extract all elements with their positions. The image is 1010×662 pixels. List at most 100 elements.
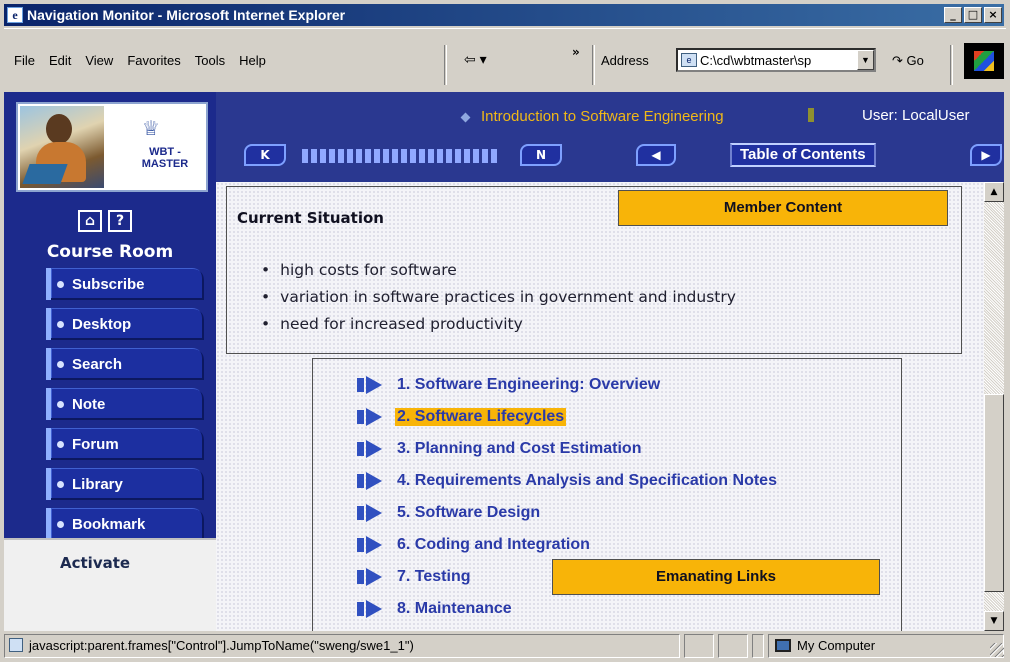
menu-help[interactable]: Help xyxy=(239,53,266,68)
course-title: Introduction to Software Engineering xyxy=(460,108,724,125)
title-marker-icon xyxy=(808,108,814,122)
title-bar: e Navigation Monitor - Microsoft Interne… xyxy=(4,4,1004,26)
minimize-button[interactable]: _ xyxy=(944,7,962,23)
status-zone: My Computer xyxy=(768,634,1004,658)
bullet-icon xyxy=(57,400,64,408)
menu-file[interactable]: File xyxy=(14,53,35,68)
toc-link[interactable]: 3. Planning and Cost Estimation xyxy=(395,440,643,458)
sidebar-item-label: Note xyxy=(72,395,106,413)
sidebar-item-library[interactable]: Library xyxy=(46,468,204,500)
scroll-down-icon[interactable]: ▼ xyxy=(984,611,1004,631)
diamond-icon xyxy=(460,112,471,122)
sidebar-item-label: Forum xyxy=(72,435,119,453)
toc-link-current[interactable]: 2. Software Lifecycles xyxy=(395,408,567,426)
toc-item[interactable]: 6. Coding and Integration xyxy=(357,533,592,557)
toc-item[interactable]: 5. Software Design xyxy=(357,501,542,525)
address-label: Address xyxy=(601,53,649,68)
home-icon[interactable]: ⌂ xyxy=(78,210,102,232)
resize-grip-icon[interactable] xyxy=(990,643,1004,657)
status-cell xyxy=(718,634,748,658)
scroll-thumb[interactable] xyxy=(984,394,1004,592)
bullet-icon xyxy=(57,480,64,488)
table-of-contents-button[interactable]: Table of Contents xyxy=(730,143,876,167)
page-icon: e xyxy=(681,53,697,67)
address-dropdown-icon[interactable]: ▼ xyxy=(857,50,874,70)
last-page-button[interactable]: N xyxy=(520,144,562,166)
toc-link[interactable]: 1. Software Engineering: Overview xyxy=(395,376,662,394)
toc-link[interactable]: 8. Maintenance xyxy=(395,600,514,618)
toc-link[interactable]: 4. Requirements Analysis and Specificati… xyxy=(395,472,779,490)
menu-tools[interactable]: Tools xyxy=(195,53,225,68)
user-label: User: LocalUser xyxy=(862,107,970,124)
list-item: high costs for software xyxy=(279,261,736,279)
bullet-icon xyxy=(57,520,64,528)
sidebar-item-bookmark[interactable]: Bookmark xyxy=(46,508,204,540)
logo: ♕ WBT - MASTER xyxy=(16,102,208,192)
toc-item[interactable]: 2. Software Lifecycles xyxy=(357,405,567,429)
status-bar: javascript:parent.frames["Control"].Jump… xyxy=(4,633,1006,659)
list-item: need for increased productivity xyxy=(279,315,736,333)
go-arrow-icon: ↷ xyxy=(892,53,903,68)
windows-logo-icon xyxy=(964,43,1004,79)
activate-button[interactable]: Activate xyxy=(60,554,130,572)
previous-page-button[interactable]: ◀ xyxy=(636,144,676,166)
menu-bar: File Edit View Favorites Tools Help ⇦ ▾ … xyxy=(4,28,1006,90)
address-value[interactable]: C:\cd\wbtmaster\sp xyxy=(700,53,811,68)
vertical-scrollbar[interactable]: ▲ ▼ xyxy=(984,182,1004,631)
back-button[interactable]: ⇦ ▾ xyxy=(464,51,487,68)
menu-view[interactable]: View xyxy=(85,53,113,68)
bullet-icon xyxy=(57,440,64,448)
arrow-icon xyxy=(357,376,387,394)
status-url-text: javascript:parent.frames["Control"].Jump… xyxy=(29,638,414,653)
scroll-up-icon[interactable]: ▲ xyxy=(984,182,1004,202)
arrow-icon xyxy=(357,504,387,522)
toolbar-chevron-icon[interactable]: » xyxy=(572,45,580,59)
toc-item[interactable]: 8. Maintenance xyxy=(357,597,514,621)
avatar-image xyxy=(20,106,104,188)
arrow-icon xyxy=(357,568,387,586)
activate-panel: Activate xyxy=(4,538,216,631)
sidebar-item-label: Library xyxy=(72,475,123,493)
content-frame: Current Situation high costs for softwar… xyxy=(216,182,984,631)
maximize-button[interactable]: □ xyxy=(964,7,982,23)
toc-link[interactable]: 7. Testing xyxy=(395,568,473,586)
arrow-icon xyxy=(357,472,387,490)
menu-edit[interactable]: Edit xyxy=(49,53,71,68)
arrow-icon xyxy=(357,440,387,458)
sidebar-item-subscribe[interactable]: Subscribe xyxy=(46,268,204,300)
toc-item[interactable]: 3. Planning and Cost Estimation xyxy=(357,437,643,461)
sidebar: ♕ WBT - MASTER ⌂ ? Course Room Subscribe… xyxy=(4,92,216,631)
go-button[interactable]: ↷ Go xyxy=(892,53,924,69)
crown-icon: ♕ xyxy=(142,116,160,140)
sidebar-mini-buttons: ⌂ ? xyxy=(78,210,132,232)
arrow-icon xyxy=(357,408,387,426)
page-icon xyxy=(9,638,23,652)
sidebar-item-search[interactable]: Search xyxy=(46,348,204,380)
emanating-links-label: Emanating Links xyxy=(552,559,880,595)
toc-item[interactable]: 1. Software Engineering: Overview xyxy=(357,373,662,397)
sidebar-item-desktop[interactable]: Desktop xyxy=(46,308,204,340)
next-page-button[interactable]: ▶ xyxy=(970,144,1002,166)
arrow-icon xyxy=(357,600,387,618)
toolbar-separator xyxy=(444,45,447,85)
sidebar-item-label: Search xyxy=(72,355,123,373)
browser-window: e Navigation Monitor - Microsoft Interne… xyxy=(0,0,1010,662)
member-content-label: Member Content xyxy=(618,190,948,226)
go-label: Go xyxy=(906,53,924,68)
help-icon[interactable]: ? xyxy=(108,210,132,232)
menu-favorites[interactable]: Favorites xyxy=(127,53,180,68)
sidebar-item-forum[interactable]: Forum xyxy=(46,428,204,460)
section-title: Course Room xyxy=(46,242,174,262)
window-title: Navigation Monitor - Microsoft Internet … xyxy=(27,7,346,23)
toc-link[interactable]: 6. Coding and Integration xyxy=(395,536,592,554)
address-input[interactable]: e C:\cd\wbtmaster\sp ▼ xyxy=(676,48,876,72)
logo-text: WBT - MASTER xyxy=(141,146,189,170)
bullet-icon xyxy=(57,360,64,368)
toolbar-separator xyxy=(592,45,595,85)
toc-item[interactable]: 7. Testing xyxy=(357,565,473,589)
toc-link[interactable]: 5. Software Design xyxy=(395,504,542,522)
close-button[interactable]: × xyxy=(984,7,1002,23)
toc-item[interactable]: 4. Requirements Analysis and Specificati… xyxy=(357,469,779,493)
sidebar-item-note[interactable]: Note xyxy=(46,388,204,420)
first-page-button[interactable]: K xyxy=(244,144,286,166)
